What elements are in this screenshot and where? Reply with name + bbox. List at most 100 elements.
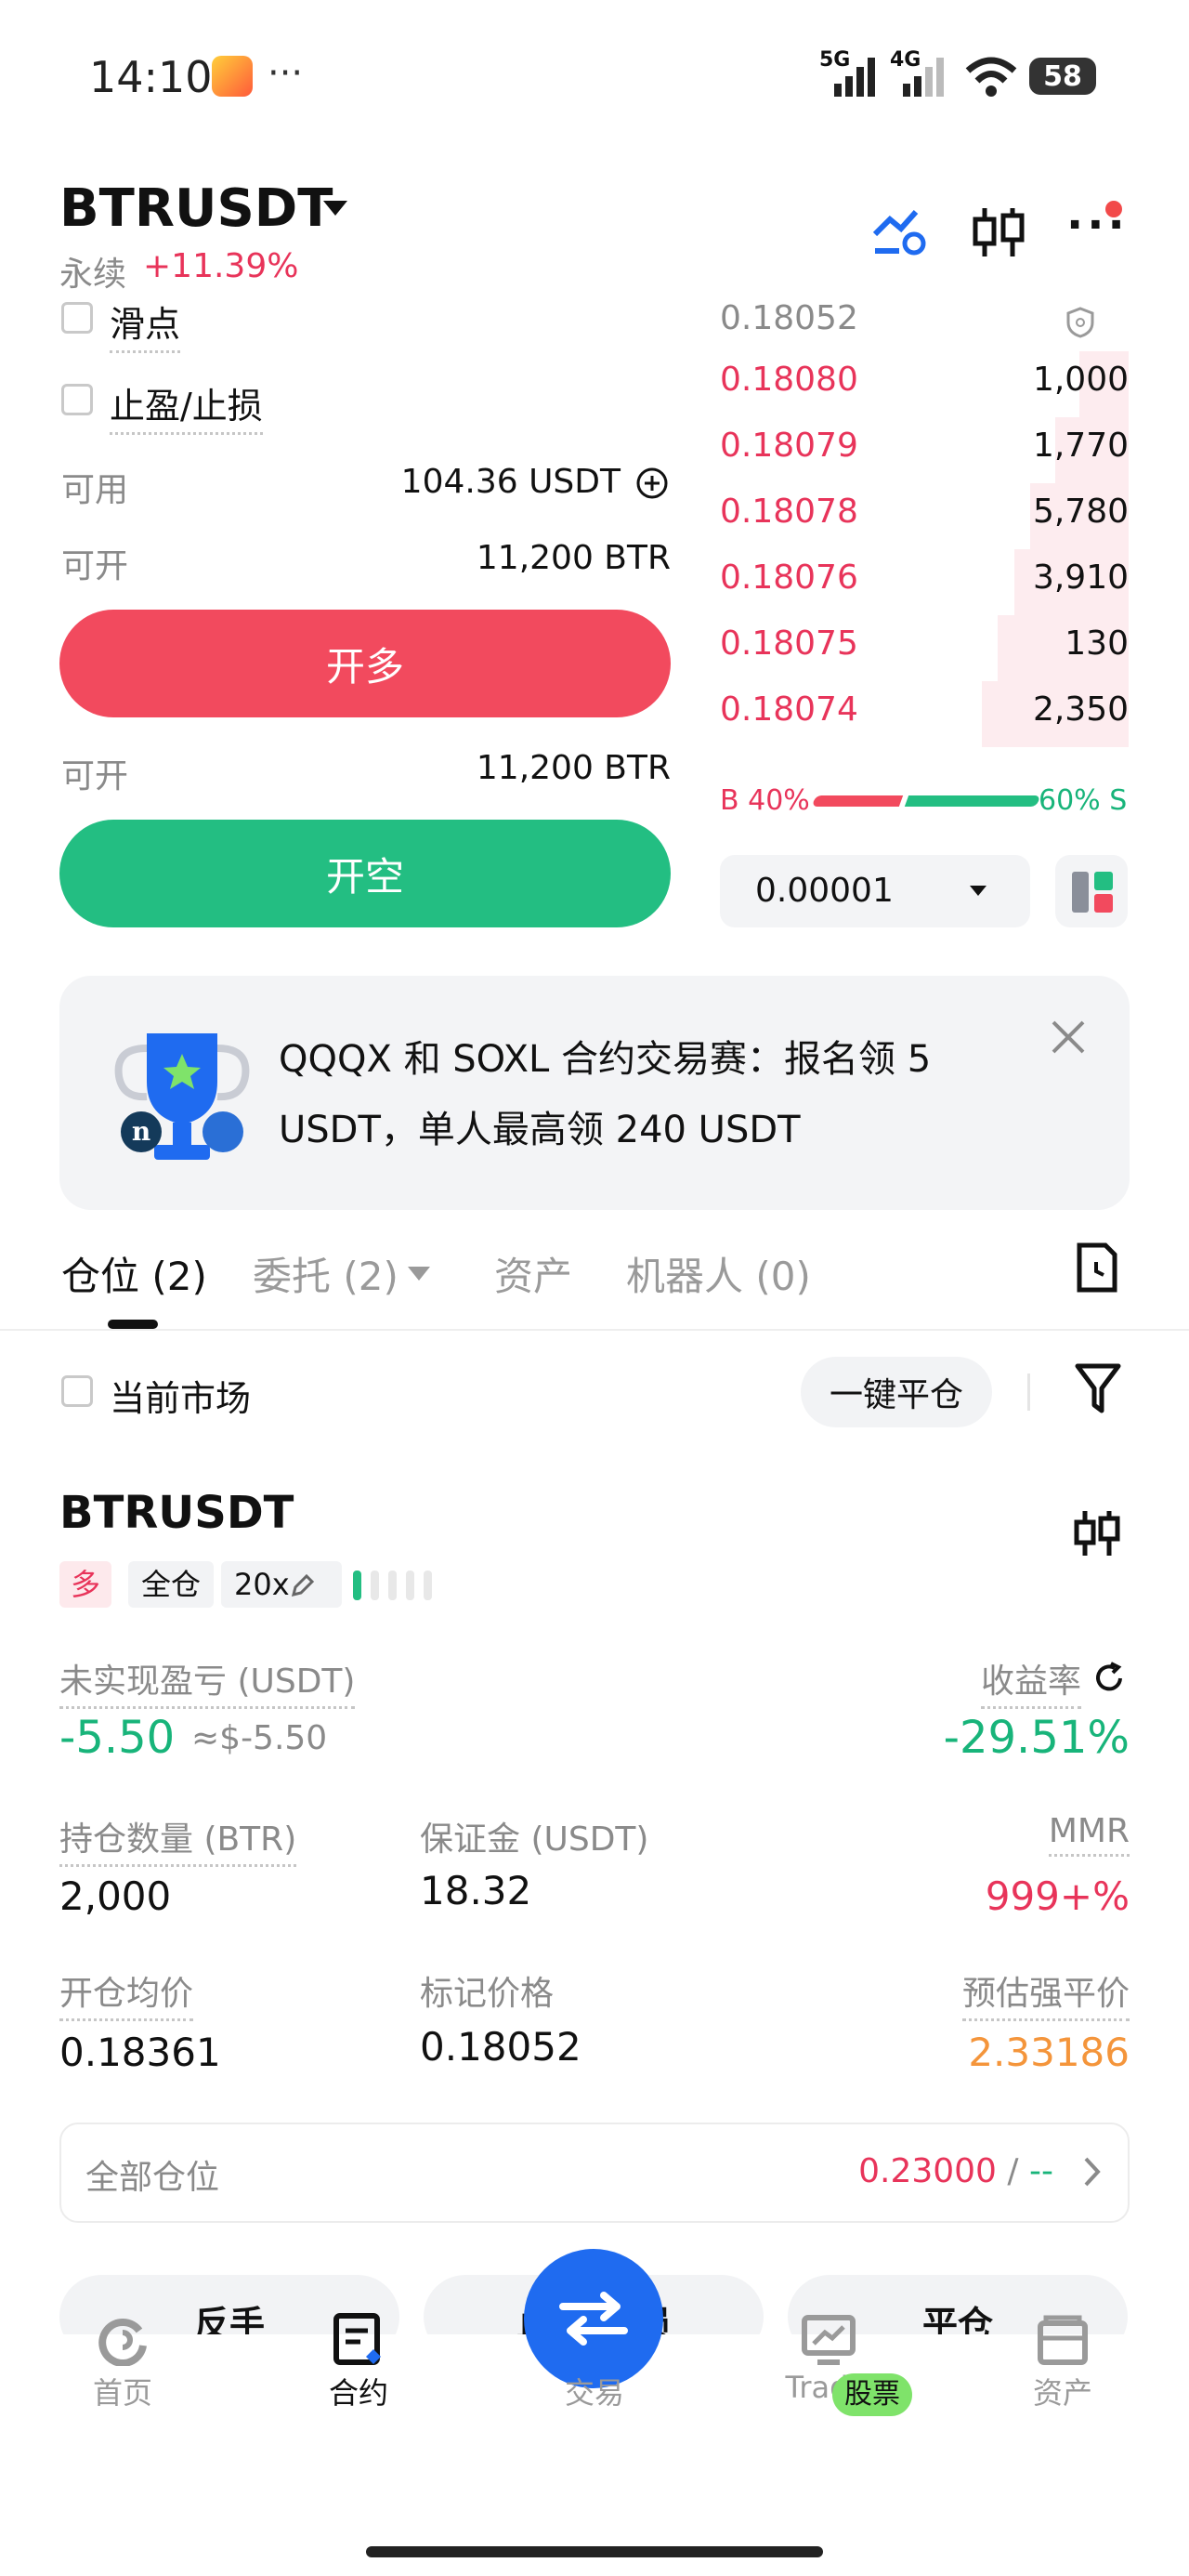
ask-row[interactable]: 0.18075 130 (720, 615, 1129, 681)
perpetual-label: 永续 (59, 256, 127, 294)
tick-size-chevron-icon (970, 886, 986, 896)
edit-icon[interactable] (290, 1572, 316, 1598)
notification-dot (1105, 201, 1122, 217)
mmr-value: 999+% (985, 1873, 1130, 1919)
entry-price-label[interactable]: 开仓均价 (59, 1966, 194, 2021)
tradfi-badge-label: 股票 (844, 2378, 900, 2411)
nav-futures-label: 合约 (328, 2375, 388, 2411)
tpsl-label[interactable]: 止盈/止损 (110, 377, 263, 435)
size-value: 2,000 (59, 1873, 172, 1919)
current-market-checkbox[interactable] (61, 1375, 93, 1407)
tick-size-select[interactable]: 0.00001 (720, 855, 1030, 927)
ask-quantity: 1,000 (1032, 361, 1129, 399)
tradfi-badge: 股票 (832, 2373, 912, 2416)
futures-icon (333, 2313, 381, 2365)
orderbook-mark-price: 0.18052 (720, 299, 858, 337)
home-indicator (366, 2546, 823, 2557)
upnl-label[interactable]: 未实现盈亏 (USDT) (59, 1654, 356, 1709)
open-long-button[interactable]: 开多 (59, 610, 671, 717)
mark-price-label: 标记价格 (420, 1975, 555, 2013)
filter-icon[interactable] (1074, 1362, 1122, 1414)
ask-price: 0.18075 (720, 624, 858, 663)
nav-home-label: 首页 (92, 2375, 152, 2411)
tradfi-icon (802, 2315, 856, 2365)
ratio-bar-buy (811, 795, 904, 807)
ask-row[interactable]: 0.18079 1,770 (720, 417, 1129, 483)
liq-price-label[interactable]: 预估强平价 (961, 1966, 1130, 2021)
candlestick-icon[interactable] (972, 204, 1027, 260)
ask-row[interactable]: 0.18074 2,350 (720, 681, 1129, 747)
all-positions-separator: / (1007, 2152, 1019, 2190)
filter-divider (1027, 1373, 1030, 1411)
home-icon (98, 2319, 147, 2366)
symbol-dropdown-icon[interactable] (321, 199, 349, 217)
all-positions-row[interactable]: 全部仓位 0.23000 / -- (59, 2123, 1130, 2223)
upnl-value: -5.50 (59, 1712, 176, 1764)
ask-row[interactable]: 0.18078 5,780 (720, 483, 1129, 549)
adl-bar (353, 1571, 361, 1600)
nav-trade-button[interactable] (524, 2249, 663, 2388)
ask-price: 0.18074 (720, 690, 858, 729)
symbol-title[interactable]: BTRUSDT (59, 178, 333, 239)
open-short-button[interactable]: 开空 (59, 820, 671, 927)
promo-banner[interactable]: n QQQX 和 SOXL 合约交易赛：报名领 5 USDT，单人最高领 240… (59, 976, 1130, 1210)
leverage-badge[interactable]: 20x (221, 1561, 342, 1608)
ask-quantity: 1,770 (1032, 427, 1129, 465)
svg-text:n: n (132, 1116, 150, 1147)
size-label[interactable]: 持仓数量 (BTR) (59, 1812, 297, 1867)
tab-positions[interactable]: 仓位 (2) (61, 1245, 207, 1302)
tab-bots[interactable]: 机器人 (0) (626, 1245, 811, 1302)
wifi-icon (965, 57, 1017, 97)
entry-price-value: 0.18361 (59, 2030, 221, 2075)
wallet-icon (1038, 2315, 1088, 2365)
history-icon[interactable] (1074, 1242, 1118, 1294)
mark-price-value: 0.18052 (420, 2024, 581, 2070)
close-icon[interactable] (1050, 1019, 1087, 1056)
liq-price-value: 2.33186 (968, 2030, 1130, 2075)
mmr-label[interactable]: MMR (1048, 1812, 1130, 1857)
tab-orders[interactable]: 委托 (2) (253, 1245, 399, 1302)
position-symbol[interactable]: BTRUSDT (59, 1487, 294, 1539)
orderbook-layout-button[interactable] (1055, 855, 1128, 927)
swap-icon (559, 2292, 628, 2346)
close-all-button[interactable]: 一键平仓 (801, 1357, 992, 1427)
current-market-label: 当前市场 (110, 1378, 252, 1419)
price-change: +11.39% (143, 247, 299, 285)
adl-bar (424, 1571, 432, 1600)
shield-icon[interactable] (1066, 307, 1094, 338)
ask-price: 0.18078 (720, 493, 858, 531)
nav-assets-label: 资产 (1032, 2375, 1092, 2411)
available-label: 可用 (61, 471, 129, 509)
ask-price: 0.18076 (720, 559, 858, 597)
add-funds-icon[interactable] (635, 467, 669, 500)
refresh-icon[interactable] (1092, 1662, 1126, 1695)
trophy-icon: n (114, 1033, 250, 1160)
tab-assets[interactable]: 资产 (494, 1245, 572, 1302)
all-positions-value: 0.23000 (858, 2152, 997, 2190)
open-short-label: 可开 (61, 757, 129, 795)
ask-row[interactable]: 0.18076 3,910 (720, 549, 1129, 615)
battery-icon: 58 (1029, 58, 1096, 95)
tab-active-indicator (108, 1320, 158, 1329)
tpsl-checkbox[interactable] (61, 384, 93, 415)
slippage-label[interactable]: 滑点 (110, 296, 181, 353)
adl-bar (406, 1571, 414, 1600)
side-badge: 多 (59, 1561, 112, 1608)
battery-level: 58 (1043, 59, 1082, 93)
adl-bar (388, 1571, 397, 1600)
status-time: 14:10 (89, 52, 213, 102)
margin-mode-badge: 全仓 (128, 1561, 215, 1608)
chart-alert-icon[interactable] (871, 206, 929, 258)
open-short-value: 11,200 BTR (476, 749, 671, 787)
leverage-value: 20x (234, 1567, 290, 1602)
position-chart-icon[interactable] (1074, 1507, 1122, 1559)
tabs-divider (0, 1329, 1189, 1331)
ask-price: 0.18080 (720, 361, 858, 399)
ask-row[interactable]: 0.18080 1,000 (720, 351, 1129, 417)
upnl-usd: ≈$-5.50 (191, 1719, 328, 1757)
ratio-bar (811, 795, 1041, 807)
roe-label[interactable]: 收益率 (980, 1654, 1081, 1709)
margin-label: 保证金 (USDT) (420, 1820, 649, 1859)
slippage-checkbox[interactable] (61, 302, 93, 334)
orders-dropdown-icon[interactable] (407, 1266, 431, 1282)
